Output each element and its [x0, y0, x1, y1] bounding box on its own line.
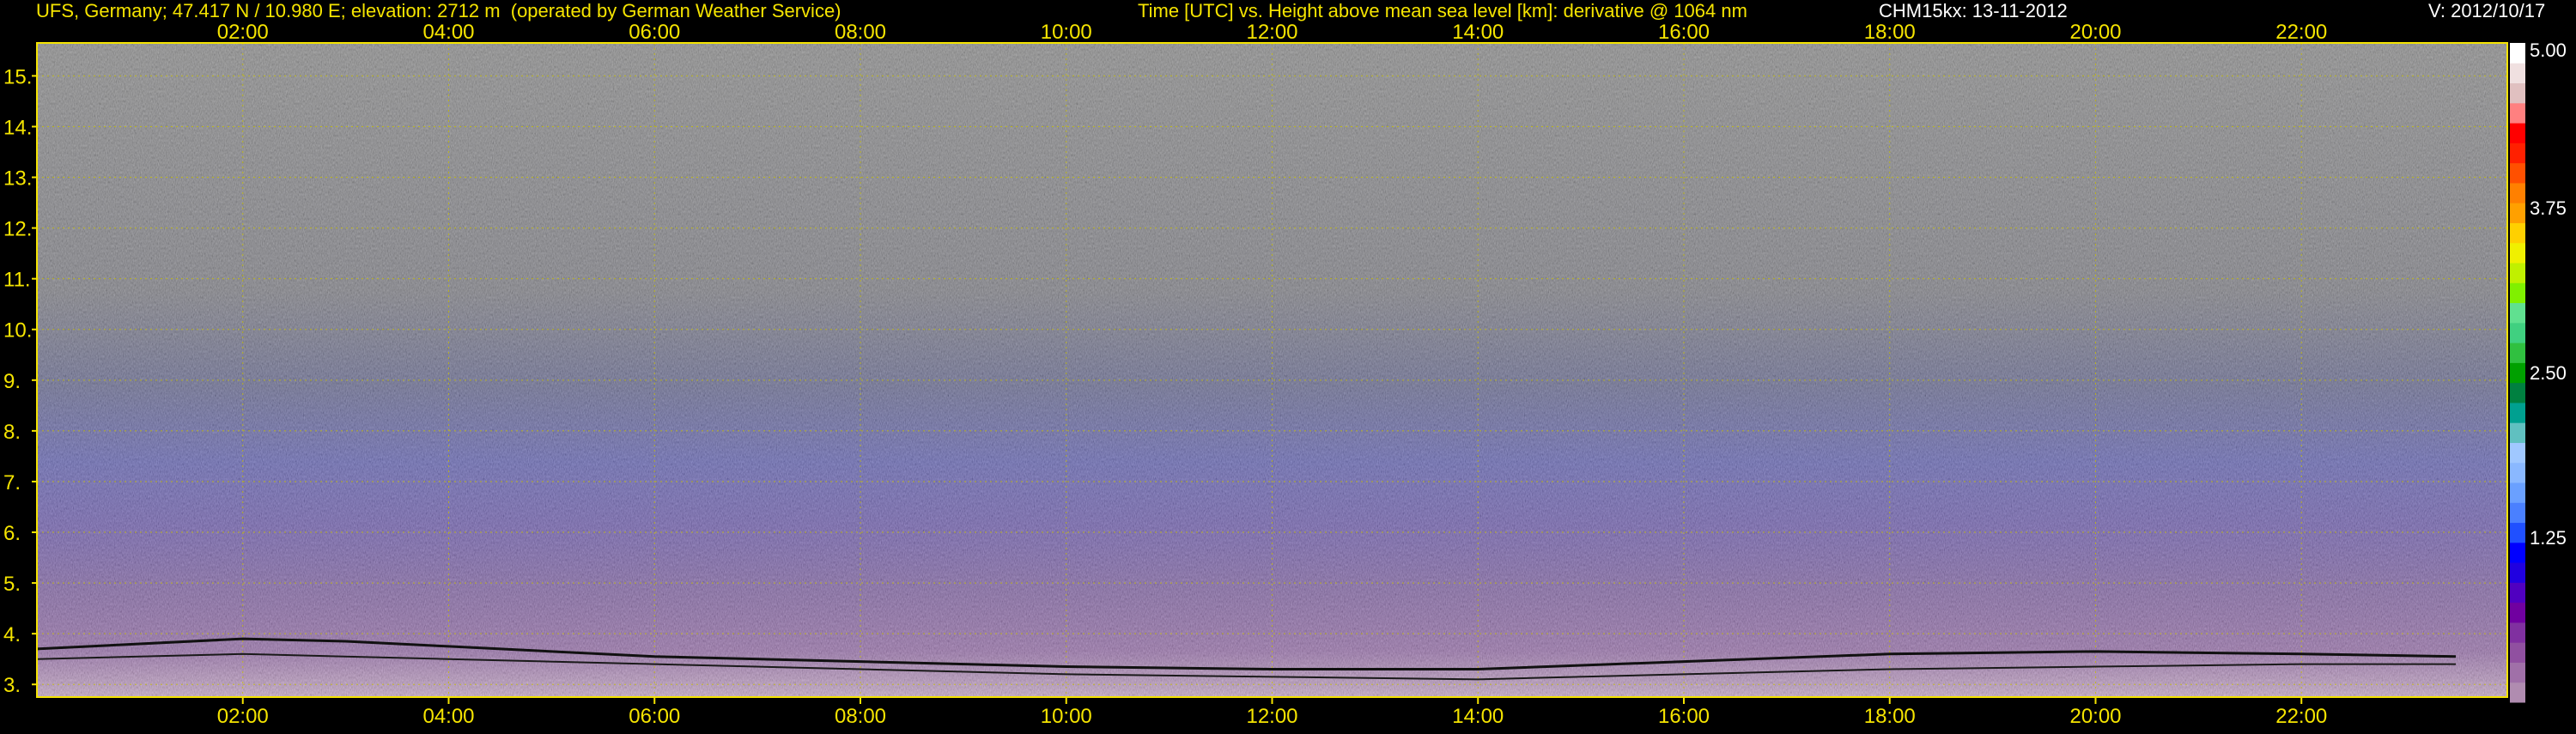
- colorbar-swatch: [2510, 43, 2525, 64]
- x-tick-label-top: 04:00: [422, 21, 474, 44]
- colorbar-swatch: [2510, 602, 2525, 623]
- y-tick-label: 4.: [3, 623, 21, 646]
- colorbar-swatch: [2510, 442, 2525, 464]
- x-tick-label-top: 20:00: [2069, 21, 2121, 44]
- colorbar-label: 1.25: [2530, 527, 2567, 549]
- x-tick-label-bottom: 10:00: [1041, 705, 1092, 728]
- x-tick-label-top: 18:00: [1864, 21, 1916, 44]
- y-tick-label: 7.: [3, 471, 21, 494]
- colorbar-swatch: [2510, 502, 2525, 524]
- y-tick-label: 12.: [3, 218, 32, 241]
- colorbar-swatch: [2510, 582, 2525, 604]
- chart: 02:00 02:00 04:00 04:00 06:00 06:00 08:00 08:00…: [0, 0, 2576, 730]
- colorbar-swatch: [2510, 662, 2525, 683]
- x-tick-label-top: 08:00: [835, 21, 886, 44]
- colorbar-label: 2.50: [2530, 362, 2567, 384]
- y-tick-label: 9.: [3, 370, 21, 393]
- x-tick-label-top: 14:00: [1452, 21, 1504, 44]
- x-tick-label-bottom: 08:00: [835, 705, 886, 728]
- colorbar-label: 3.75: [2530, 197, 2567, 219]
- colorbar-swatch: [2510, 63, 2525, 84]
- colorbar-swatch: [2510, 222, 2525, 244]
- x-tick-label-bottom: 12:00: [1246, 705, 1297, 728]
- colorbar-swatch: [2510, 203, 2525, 223]
- colorbar-swatch: [2510, 382, 2525, 403]
- colorbar-swatch: [2510, 182, 2525, 203]
- colorbar-swatch: [2510, 362, 2525, 384]
- colorbar-swatch: [2510, 562, 2525, 583]
- x-tick-label-top: 16:00: [1658, 21, 1710, 44]
- y-tick-label: 3.: [3, 674, 21, 697]
- y-tick-label: 13.: [3, 167, 32, 191]
- x-tick-label-top: 06:00: [629, 21, 680, 44]
- x-tick-label-bottom: 06:00: [629, 705, 680, 728]
- colorbar-swatch: [2510, 263, 2525, 283]
- y-tick-label: 10.: [3, 319, 32, 343]
- y-tick-label: 14.: [3, 116, 32, 139]
- colorbar-swatch: [2510, 82, 2525, 104]
- colorbar-label: 5.00: [2530, 39, 2567, 61]
- x-tick-label-bottom: 02:00: [217, 705, 269, 728]
- colorbar-swatch: [2510, 242, 2525, 264]
- colorbar-swatch: [2510, 302, 2525, 324]
- colorbar-swatch: [2510, 462, 2525, 483]
- y-tick-label: 8.: [3, 421, 21, 444]
- colorbar-swatch: [2510, 402, 2525, 423]
- y-tick-label: 11.: [3, 269, 31, 292]
- y-tick-label: 5.: [3, 573, 21, 596]
- colorbar-swatch: [2510, 162, 2525, 184]
- x-tick-label-bottom: 14:00: [1452, 705, 1504, 728]
- colorbar-swatch: [2510, 282, 2525, 304]
- colorbar-swatch: [2510, 522, 2525, 543]
- colorbar-swatch: [2510, 482, 2525, 503]
- colorbar: 5.00 3.75 2.50 1.25: [2510, 39, 2567, 703]
- colorbar-swatch: [2510, 682, 2525, 703]
- x-tick-label-top: 10:00: [1041, 21, 1092, 44]
- x-tick-label-bottom: 18:00: [1864, 705, 1916, 728]
- colorbar-swatch: [2510, 143, 2525, 164]
- x-tick-label-top: 02:00: [217, 21, 269, 44]
- colorbar-swatch: [2510, 542, 2525, 563]
- x-tick-label-top: 22:00: [2275, 21, 2327, 44]
- colorbar-swatch: [2510, 123, 2525, 143]
- x-tick-label-bottom: 16:00: [1658, 705, 1710, 728]
- x-tick-label-bottom: 20:00: [2069, 705, 2121, 728]
- y-tick-label: 15.: [3, 65, 32, 88]
- x-tick-label-bottom: 22:00: [2275, 705, 2327, 728]
- colorbar-swatch: [2510, 343, 2525, 363]
- x-tick-label-top: 12:00: [1246, 21, 1297, 44]
- colorbar-swatch: [2510, 322, 2525, 343]
- y-tick-label: 6.: [3, 522, 21, 545]
- colorbar-swatch: [2510, 622, 2525, 643]
- colorbar-swatch: [2510, 102, 2525, 124]
- colorbar-swatch: [2510, 642, 2525, 663]
- x-tick-label-bottom: 04:00: [422, 705, 474, 728]
- colorbar-swatch: [2510, 422, 2525, 443]
